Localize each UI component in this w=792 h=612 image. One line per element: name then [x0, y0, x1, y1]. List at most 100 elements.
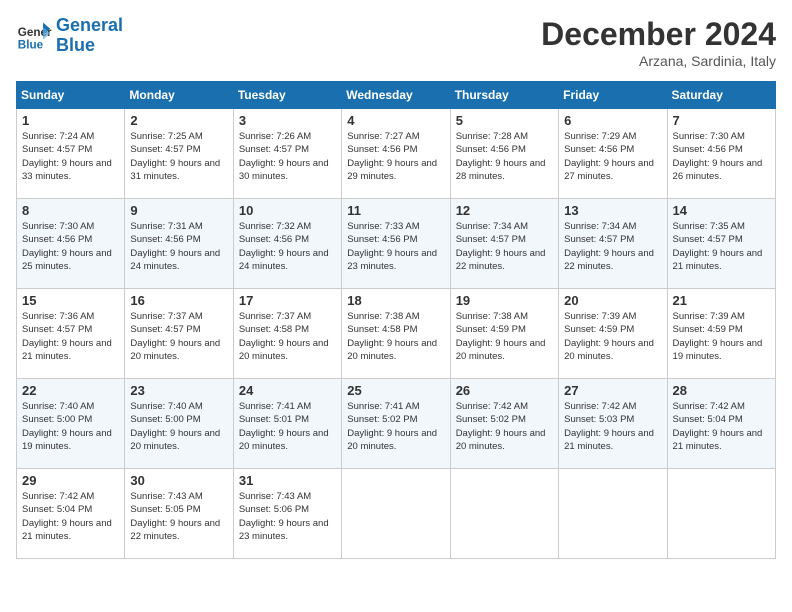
day-number: 21 [673, 293, 770, 308]
calendar-cell: 21 Sunrise: 7:39 AMSunset: 4:59 PMDayligh… [667, 289, 775, 379]
calendar-cell: 20 Sunrise: 7:39 AMSunset: 4:59 PMDayligh… [559, 289, 667, 379]
day-number: 16 [130, 293, 227, 308]
day-info: Sunrise: 7:31 AMSunset: 4:56 PMDaylight:… [130, 220, 227, 273]
title-block: December 2024 Arzana, Sardinia, Italy [541, 16, 776, 69]
calendar-cell: 16 Sunrise: 7:37 AMSunset: 4:57 PMDayligh… [125, 289, 233, 379]
col-header-saturday: Saturday [667, 82, 775, 109]
day-number: 13 [564, 203, 661, 218]
day-number: 24 [239, 383, 336, 398]
calendar-cell [342, 469, 450, 559]
day-info: Sunrise: 7:41 AMSunset: 5:01 PMDaylight:… [239, 400, 336, 453]
calendar-cell: 24 Sunrise: 7:41 AMSunset: 5:01 PMDayligh… [233, 379, 341, 469]
svg-text:Blue: Blue [18, 38, 44, 51]
calendar-cell: 14 Sunrise: 7:35 AMSunset: 4:57 PMDayligh… [667, 199, 775, 289]
day-number: 28 [673, 383, 770, 398]
day-number: 2 [130, 113, 227, 128]
day-number: 9 [130, 203, 227, 218]
day-info: Sunrise: 7:40 AMSunset: 5:00 PMDaylight:… [22, 400, 119, 453]
day-number: 4 [347, 113, 444, 128]
day-info: Sunrise: 7:41 AMSunset: 5:02 PMDaylight:… [347, 400, 444, 453]
calendar-cell: 6 Sunrise: 7:29 AMSunset: 4:56 PMDaylight… [559, 109, 667, 199]
day-info: Sunrise: 7:39 AMSunset: 4:59 PMDaylight:… [673, 310, 770, 363]
day-number: 15 [22, 293, 119, 308]
month-title: December 2024 [541, 16, 776, 53]
day-info: Sunrise: 7:42 AMSunset: 5:04 PMDaylight:… [22, 490, 119, 543]
calendar-cell: 25 Sunrise: 7:41 AMSunset: 5:02 PMDayligh… [342, 379, 450, 469]
day-number: 10 [239, 203, 336, 218]
day-info: Sunrise: 7:34 AMSunset: 4:57 PMDaylight:… [564, 220, 661, 273]
calendar-cell: 18 Sunrise: 7:38 AMSunset: 4:58 PMDayligh… [342, 289, 450, 379]
day-number: 5 [456, 113, 553, 128]
location-title: Arzana, Sardinia, Italy [541, 53, 776, 69]
calendar-cell: 4 Sunrise: 7:27 AMSunset: 4:56 PMDaylight… [342, 109, 450, 199]
day-number: 3 [239, 113, 336, 128]
logo-text: GeneralBlue [56, 16, 123, 56]
calendar-cell: 10 Sunrise: 7:32 AMSunset: 4:56 PMDayligh… [233, 199, 341, 289]
calendar-cell: 1Sunrise: 7:24 AMSunset: 4:57 PMDaylight… [17, 109, 125, 199]
day-info: Sunrise: 7:28 AMSunset: 4:56 PMDaylight:… [456, 130, 553, 183]
day-info: Sunrise: 7:27 AMSunset: 4:56 PMDaylight:… [347, 130, 444, 183]
day-number: 8 [22, 203, 119, 218]
calendar-cell: 8 Sunrise: 7:30 AMSunset: 4:56 PMDaylight… [17, 199, 125, 289]
day-info: Sunrise: 7:42 AMSunset: 5:03 PMDaylight:… [564, 400, 661, 453]
logo: General Blue GeneralBlue [16, 16, 123, 56]
day-number: 31 [239, 473, 336, 488]
day-info: Sunrise: 7:39 AMSunset: 4:59 PMDaylight:… [564, 310, 661, 363]
day-info: Sunrise: 7:32 AMSunset: 4:56 PMDaylight:… [239, 220, 336, 273]
day-info: Sunrise: 7:33 AMSunset: 4:56 PMDaylight:… [347, 220, 444, 273]
day-number: 25 [347, 383, 444, 398]
col-header-tuesday: Tuesday [233, 82, 341, 109]
calendar-cell: 30 Sunrise: 7:43 AMSunset: 5:05 PMDayligh… [125, 469, 233, 559]
calendar-cell: 31 Sunrise: 7:43 AMSunset: 5:06 PMDayligh… [233, 469, 341, 559]
day-info: Sunrise: 7:36 AMSunset: 4:57 PMDaylight:… [22, 310, 119, 363]
col-header-thursday: Thursday [450, 82, 558, 109]
day-number: 14 [673, 203, 770, 218]
calendar-cell: 5 Sunrise: 7:28 AMSunset: 4:56 PMDaylight… [450, 109, 558, 199]
day-info: Sunrise: 7:30 AMSunset: 4:56 PMDaylight:… [22, 220, 119, 273]
day-info: Sunrise: 7:43 AMSunset: 5:05 PMDaylight:… [130, 490, 227, 543]
day-info: Sunrise: 7:42 AMSunset: 5:02 PMDaylight:… [456, 400, 553, 453]
day-info: Sunrise: 7:25 AMSunset: 4:57 PMDaylight:… [130, 130, 227, 183]
calendar-cell: 27 Sunrise: 7:42 AMSunset: 5:03 PMDayligh… [559, 379, 667, 469]
day-number: 7 [673, 113, 770, 128]
calendar-cell: 28 Sunrise: 7:42 AMSunset: 5:04 PMDayligh… [667, 379, 775, 469]
calendar-cell: 11Sunrise: 7:33 AMSunset: 4:56 PMDayligh… [342, 199, 450, 289]
day-info: Sunrise: 7:43 AMSunset: 5:06 PMDaylight:… [239, 490, 336, 543]
calendar-cell: 2 Sunrise: 7:25 AMSunset: 4:57 PMDaylight… [125, 109, 233, 199]
calendar-cell [667, 469, 775, 559]
day-info: Sunrise: 7:37 AMSunset: 4:58 PMDaylight:… [239, 310, 336, 363]
day-info: Sunrise: 7:42 AMSunset: 5:04 PMDaylight:… [673, 400, 770, 453]
calendar-cell: 19Sunrise: 7:38 AMSunset: 4:59 PMDayligh… [450, 289, 558, 379]
day-number: 23 [130, 383, 227, 398]
day-number: 12 [456, 203, 553, 218]
day-info: Sunrise: 7:37 AMSunset: 4:57 PMDaylight:… [130, 310, 227, 363]
day-number: 30 [130, 473, 227, 488]
day-number: 29 [22, 473, 119, 488]
calendar-cell: 12Sunrise: 7:34 AMSunset: 4:57 PMDayligh… [450, 199, 558, 289]
day-number: 18 [347, 293, 444, 308]
calendar-cell: 3 Sunrise: 7:26 AMSunset: 4:57 PMDaylight… [233, 109, 341, 199]
calendar-cell: 15 Sunrise: 7:36 AMSunset: 4:57 PMDayligh… [17, 289, 125, 379]
day-number: 20 [564, 293, 661, 308]
col-header-friday: Friday [559, 82, 667, 109]
calendar-cell: 9 Sunrise: 7:31 AMSunset: 4:56 PMDaylight… [125, 199, 233, 289]
calendar-cell: 13 Sunrise: 7:34 AMSunset: 4:57 PMDayligh… [559, 199, 667, 289]
col-header-sunday: Sunday [17, 82, 125, 109]
day-number: 6 [564, 113, 661, 128]
day-number: 19 [456, 293, 553, 308]
day-info: Sunrise: 7:26 AMSunset: 4:57 PMDaylight:… [239, 130, 336, 183]
calendar-cell [450, 469, 558, 559]
calendar-cell: 17 Sunrise: 7:37 AMSunset: 4:58 PMDayligh… [233, 289, 341, 379]
day-info: Sunrise: 7:30 AMSunset: 4:56 PMDaylight:… [673, 130, 770, 183]
day-info: Sunrise: 7:38 AMSunset: 4:58 PMDaylight:… [347, 310, 444, 363]
calendar-table: SundayMondayTuesdayWednesdayThursdayFrid… [16, 81, 776, 559]
day-number: 27 [564, 383, 661, 398]
day-number: 17 [239, 293, 336, 308]
day-info: Sunrise: 7:35 AMSunset: 4:57 PMDaylight:… [673, 220, 770, 273]
col-header-monday: Monday [125, 82, 233, 109]
day-info: Sunrise: 7:29 AMSunset: 4:56 PMDaylight:… [564, 130, 661, 183]
calendar-cell: 23Sunrise: 7:40 AMSunset: 5:00 PMDayligh… [125, 379, 233, 469]
day-number: 22 [22, 383, 119, 398]
page-header: General Blue GeneralBlue December 2024 A… [16, 16, 776, 69]
day-number: 1 [22, 113, 119, 128]
